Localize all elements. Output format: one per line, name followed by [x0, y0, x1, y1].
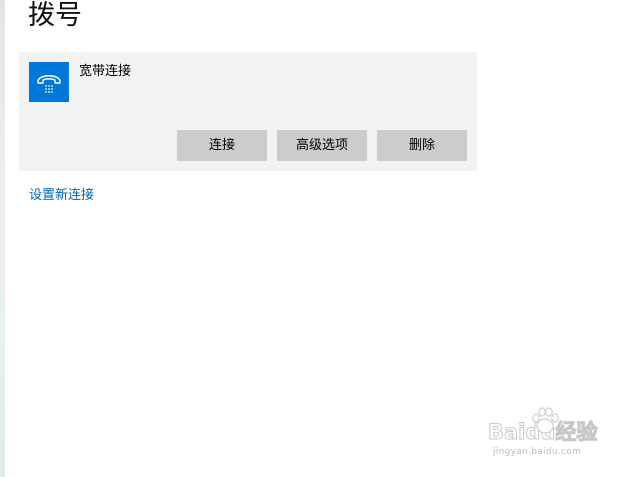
- connect-button[interactable]: 连接: [177, 130, 267, 161]
- settings-page: 拨号 宽带连接 连接 高级选项 删除 设置新连接 Baidu经验: [0, 0, 640, 477]
- delete-button[interactable]: 删除: [377, 130, 467, 161]
- advanced-options-button[interactable]: 高级选项: [277, 130, 367, 161]
- connection-name: 宽带连接: [79, 64, 132, 79]
- baidu-jingyan-watermark: Baidu经验 jingyan.baidu.com: [487, 406, 618, 464]
- watermark-domain: jingyan.baidu.com: [493, 447, 582, 457]
- set-up-new-connection-link[interactable]: 设置新连接: [29, 187, 94, 205]
- page-title: 拨号: [28, 0, 82, 31]
- window-left-edge: [0, 0, 5, 477]
- connection-card-broadband[interactable]: 宽带连接 连接 高级选项 删除: [19, 52, 477, 171]
- baidu-paw-icon: [532, 407, 559, 434]
- dialup-phone-icon: [29, 62, 69, 102]
